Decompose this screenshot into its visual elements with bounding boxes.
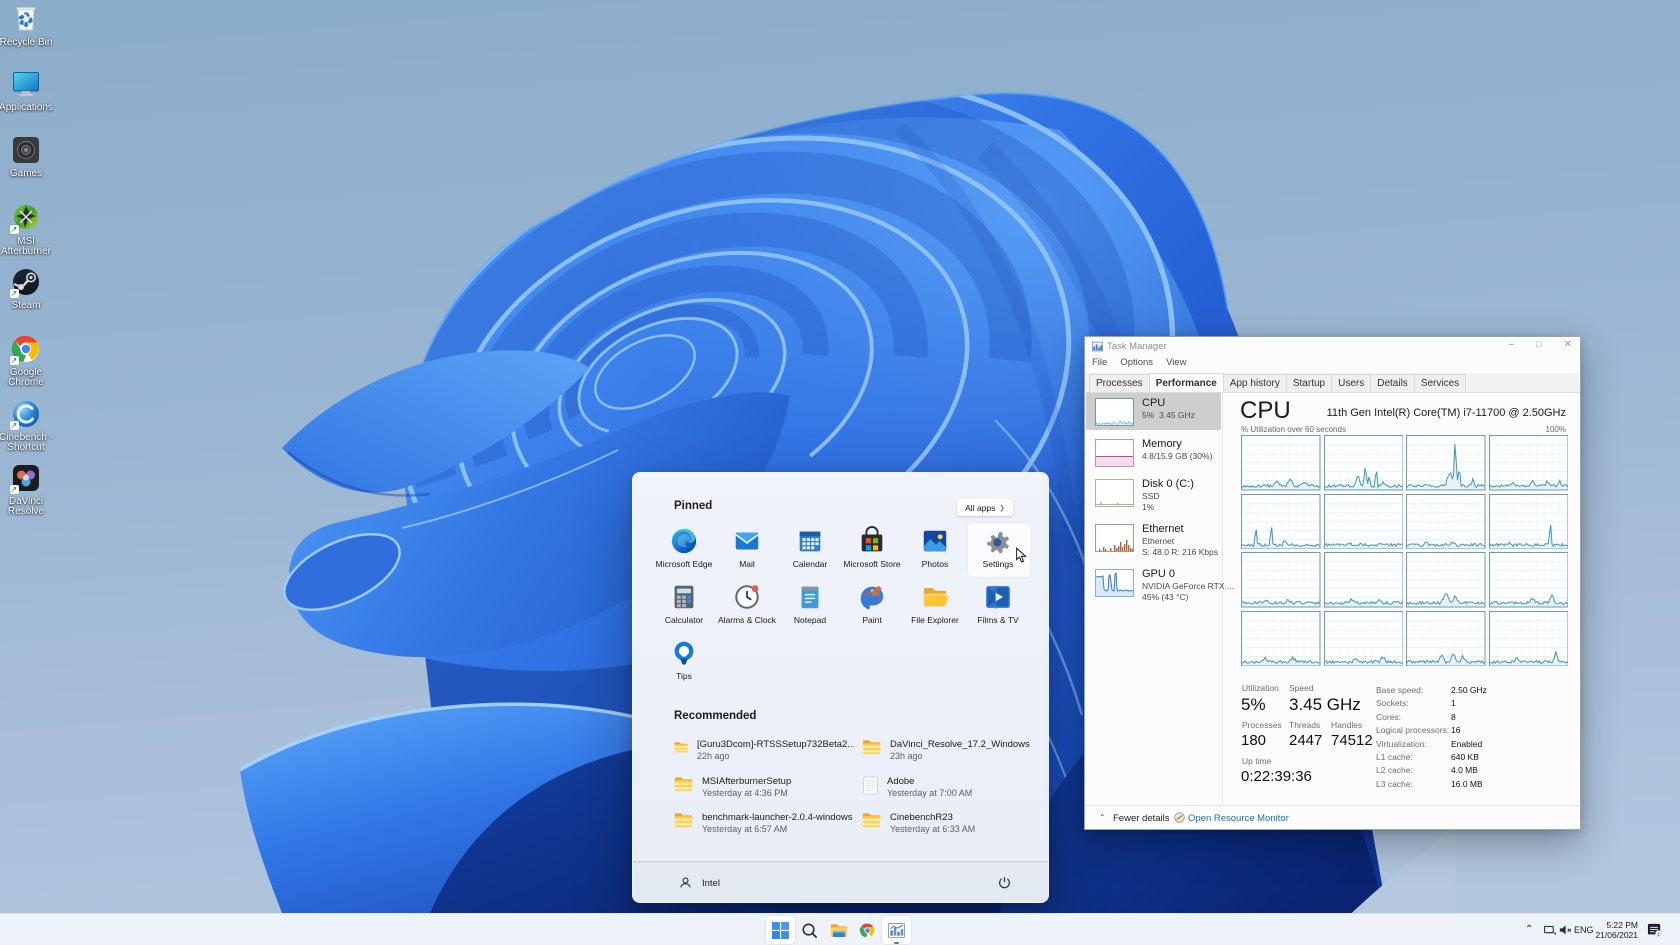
svg-text:1: 1 [1657, 931, 1660, 937]
